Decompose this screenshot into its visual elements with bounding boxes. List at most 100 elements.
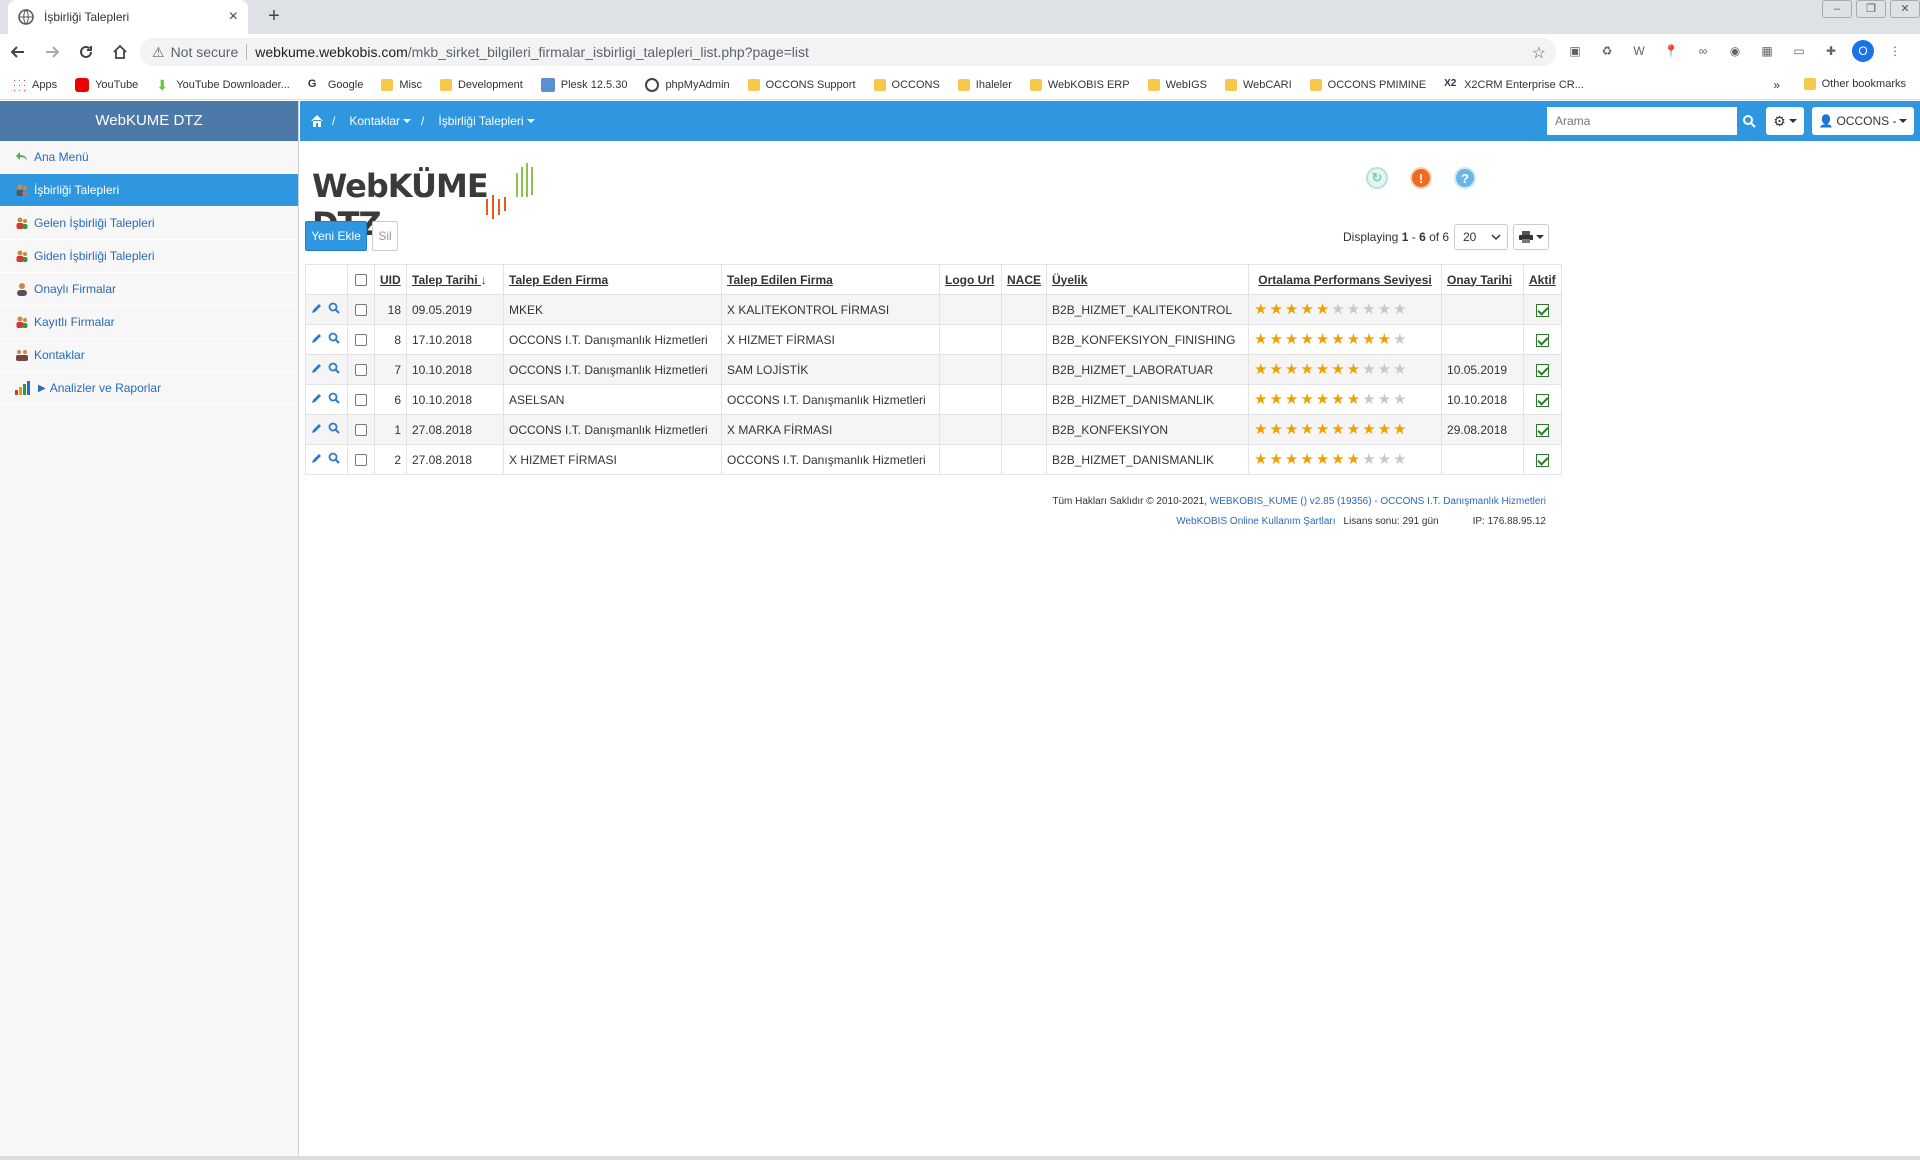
star-filled-icon: ★ [1315, 391, 1330, 409]
row-checkbox[interactable] [355, 304, 367, 317]
bookmark-occons[interactable]: OCCONS [873, 78, 940, 91]
bookmark-development[interactable]: Development [439, 78, 523, 91]
restore-icon[interactable]: ❐ [1856, 0, 1886, 18]
bookmark-ihaleler[interactable]: Ihaleler [957, 78, 1012, 91]
breadcrumb-isbirligi-talepleri[interactable]: İşbirliği Talepleri [438, 114, 535, 128]
view-search-icon[interactable] [328, 302, 340, 314]
edit-pencil-icon[interactable] [311, 332, 323, 344]
sidebar-item-onayli-firmalar[interactable]: Onaylı Firmalar [0, 273, 298, 306]
sidebar-item-isbirligi-talepleri[interactable]: İşbirliği Talepleri [0, 174, 298, 207]
row-checkbox[interactable] [355, 334, 367, 347]
header-nace[interactable]: NACE [1000, 264, 1048, 295]
row-checkbox[interactable] [355, 364, 367, 377]
browser-tab[interactable]: İşbirliği Talepleri × [8, 0, 248, 34]
new-tab-button[interactable]: + [262, 4, 286, 28]
refresh-icon[interactable]: ↻ [1366, 167, 1388, 189]
recycle-extension-icon[interactable]: ♻ [1596, 40, 1618, 62]
close-tab-icon[interactable]: × [229, 9, 238, 25]
edit-pencil-icon[interactable] [311, 302, 323, 314]
bookmark-x2crm[interactable]: X2 X2CRM Enterprise CR... [1444, 78, 1584, 92]
footer-terms-link[interactable]: WebKOBIS Online Kullanım Şartları [1176, 516, 1335, 527]
header-aktif[interactable]: Aktif [1523, 264, 1563, 295]
bookmark-google[interactable]: G Google [308, 78, 363, 92]
help-icon[interactable]: ? [1454, 167, 1476, 189]
view-search-icon[interactable] [328, 332, 340, 344]
globe-extension-icon[interactable]: ◉ [1724, 40, 1746, 62]
edit-pencil-icon[interactable] [311, 452, 323, 464]
menu-dots-icon[interactable]: ⋮ [1884, 40, 1906, 62]
tag-extension-icon[interactable]: ▭ [1788, 40, 1810, 62]
cell-from: X HIZMET FİRMASI [503, 444, 722, 475]
sidebar-item-gelen-isbirligi[interactable]: Gelen İşbirliği Talepleri [0, 207, 298, 240]
sidebar-item-kontaklar[interactable]: Kontaklar [0, 339, 298, 372]
edit-pencil-icon[interactable] [311, 422, 323, 434]
header-talep-eden-firma[interactable]: Talep Eden Firma [503, 264, 722, 295]
forward-button[interactable] [36, 36, 68, 68]
row-checkbox[interactable] [355, 424, 367, 437]
breadcrumb-kontaklar[interactable]: Kontaklar [349, 114, 412, 128]
bookmark-star-icon[interactable]: ☆ [1532, 43, 1546, 63]
bookmark-occons-pmimine[interactable]: OCCONS PMIMINE [1309, 78, 1426, 91]
bookmark-youtube-downloader[interactable]: ⬇ YouTube Downloader... [156, 78, 290, 92]
alert-icon[interactable]: ! [1410, 167, 1432, 189]
address-bar[interactable]: ⚠ Not secure webkume.webkobis.com/mkb_si… [140, 38, 1556, 66]
header-talep-tarihi[interactable]: Talep Tarihi ↓ [406, 264, 504, 295]
profile-avatar[interactable]: O [1852, 40, 1874, 62]
close-window-icon[interactable]: ✕ [1890, 0, 1920, 18]
translate-extension-icon[interactable]: ▣ [1564, 40, 1586, 62]
bookmark-misc[interactable]: Misc [381, 78, 422, 91]
bookmark-webkobis-erp[interactable]: WebKOBIS ERP [1029, 78, 1130, 91]
more-bookmarks-icon[interactable]: » [1773, 78, 1780, 92]
back-button[interactable] [2, 36, 34, 68]
header-talep-edilen-firma[interactable]: Talep Edilen Firma [721, 264, 940, 295]
header-logo-url[interactable]: Logo Url [939, 264, 1002, 295]
grid-extension-icon[interactable]: ▦ [1756, 40, 1778, 62]
row-checkbox[interactable] [355, 454, 367, 467]
home-icon[interactable] [310, 114, 324, 128]
view-search-icon[interactable] [328, 392, 340, 404]
view-search-icon[interactable] [328, 362, 340, 374]
header-performans[interactable]: Ortalama Performans Seviyesi [1248, 264, 1443, 295]
sidebar-item-giden-isbirligi[interactable]: Giden İşbirliği Talepleri [0, 240, 298, 273]
puzzle-icon[interactable]: ✚ [1820, 40, 1842, 62]
edit-pencil-icon[interactable] [311, 362, 323, 374]
star-rating: ★ ★ ★ ★ ★ ★ ★ ★ ★ ★ [1254, 422, 1407, 437]
view-search-icon[interactable] [328, 452, 340, 464]
footer-license: Lisans sonu: 291 gün [1343, 516, 1439, 527]
settings-dropdown-button[interactable]: ⚙ [1766, 107, 1804, 135]
header-uyelik[interactable]: Üyelik [1046, 264, 1250, 295]
row-checkbox[interactable] [355, 394, 367, 407]
bookmark-occons-support[interactable]: OCCONS Support [747, 78, 856, 91]
header-onay-tarihi[interactable]: Onay Tarihi [1441, 264, 1525, 295]
bookmark-plesk[interactable]: Plesk 12.5.30 [540, 77, 627, 92]
footer-copyright: Tüm Hakları Saklıdır © 2010-2021, [1052, 496, 1210, 507]
loop-extension-icon[interactable]: ∞ [1692, 40, 1714, 62]
user-menu-button[interactable]: 👤 OCCONS - [1812, 107, 1914, 135]
sidebar-item-ana-menu[interactable]: Ana Menü [0, 141, 298, 174]
bookmark-phpmyadmin[interactable]: phpMyAdmin [645, 77, 730, 92]
delete-button[interactable]: Sil [372, 221, 398, 251]
sidebar-item-label: Kayıtlı Firmalar [34, 315, 115, 329]
home-button[interactable] [104, 36, 136, 68]
view-search-icon[interactable] [328, 422, 340, 434]
bookmark-webigs[interactable]: WebIGS [1147, 78, 1207, 91]
footer-version-link[interactable]: WEBKOBIS_KUME () v2.85 (19356) - OCCONS … [1210, 496, 1546, 507]
print-dropdown-button[interactable] [1513, 224, 1549, 250]
sidebar-item-kayitli-firmalar[interactable]: Kayıtlı Firmalar [0, 306, 298, 339]
search-button[interactable] [1737, 107, 1761, 135]
edit-pencil-icon[interactable] [311, 392, 323, 404]
wiki-extension-icon[interactable]: W [1628, 40, 1650, 62]
other-bookmarks[interactable]: Other bookmarks [1803, 78, 1906, 90]
reload-button[interactable] [70, 36, 102, 68]
sidebar-item-analizler[interactable]: ▶ Analizler ve Raporlar [0, 372, 298, 405]
bookmark-webcari[interactable]: WebCARI [1224, 78, 1292, 91]
header-uid[interactable]: UID [374, 264, 407, 295]
bookmark-apps[interactable]: Apps [12, 77, 57, 92]
pin-extension-icon[interactable]: 📍 [1660, 40, 1682, 62]
bookmark-youtube[interactable]: YouTube [75, 77, 138, 92]
minimize-icon[interactable]: – [1822, 0, 1852, 18]
page-size-select[interactable]: 20 [1454, 224, 1508, 250]
add-new-button[interactable]: Yeni Ekle [305, 221, 367, 251]
select-all-checkbox[interactable] [355, 274, 367, 287]
search-input[interactable] [1547, 107, 1737, 135]
